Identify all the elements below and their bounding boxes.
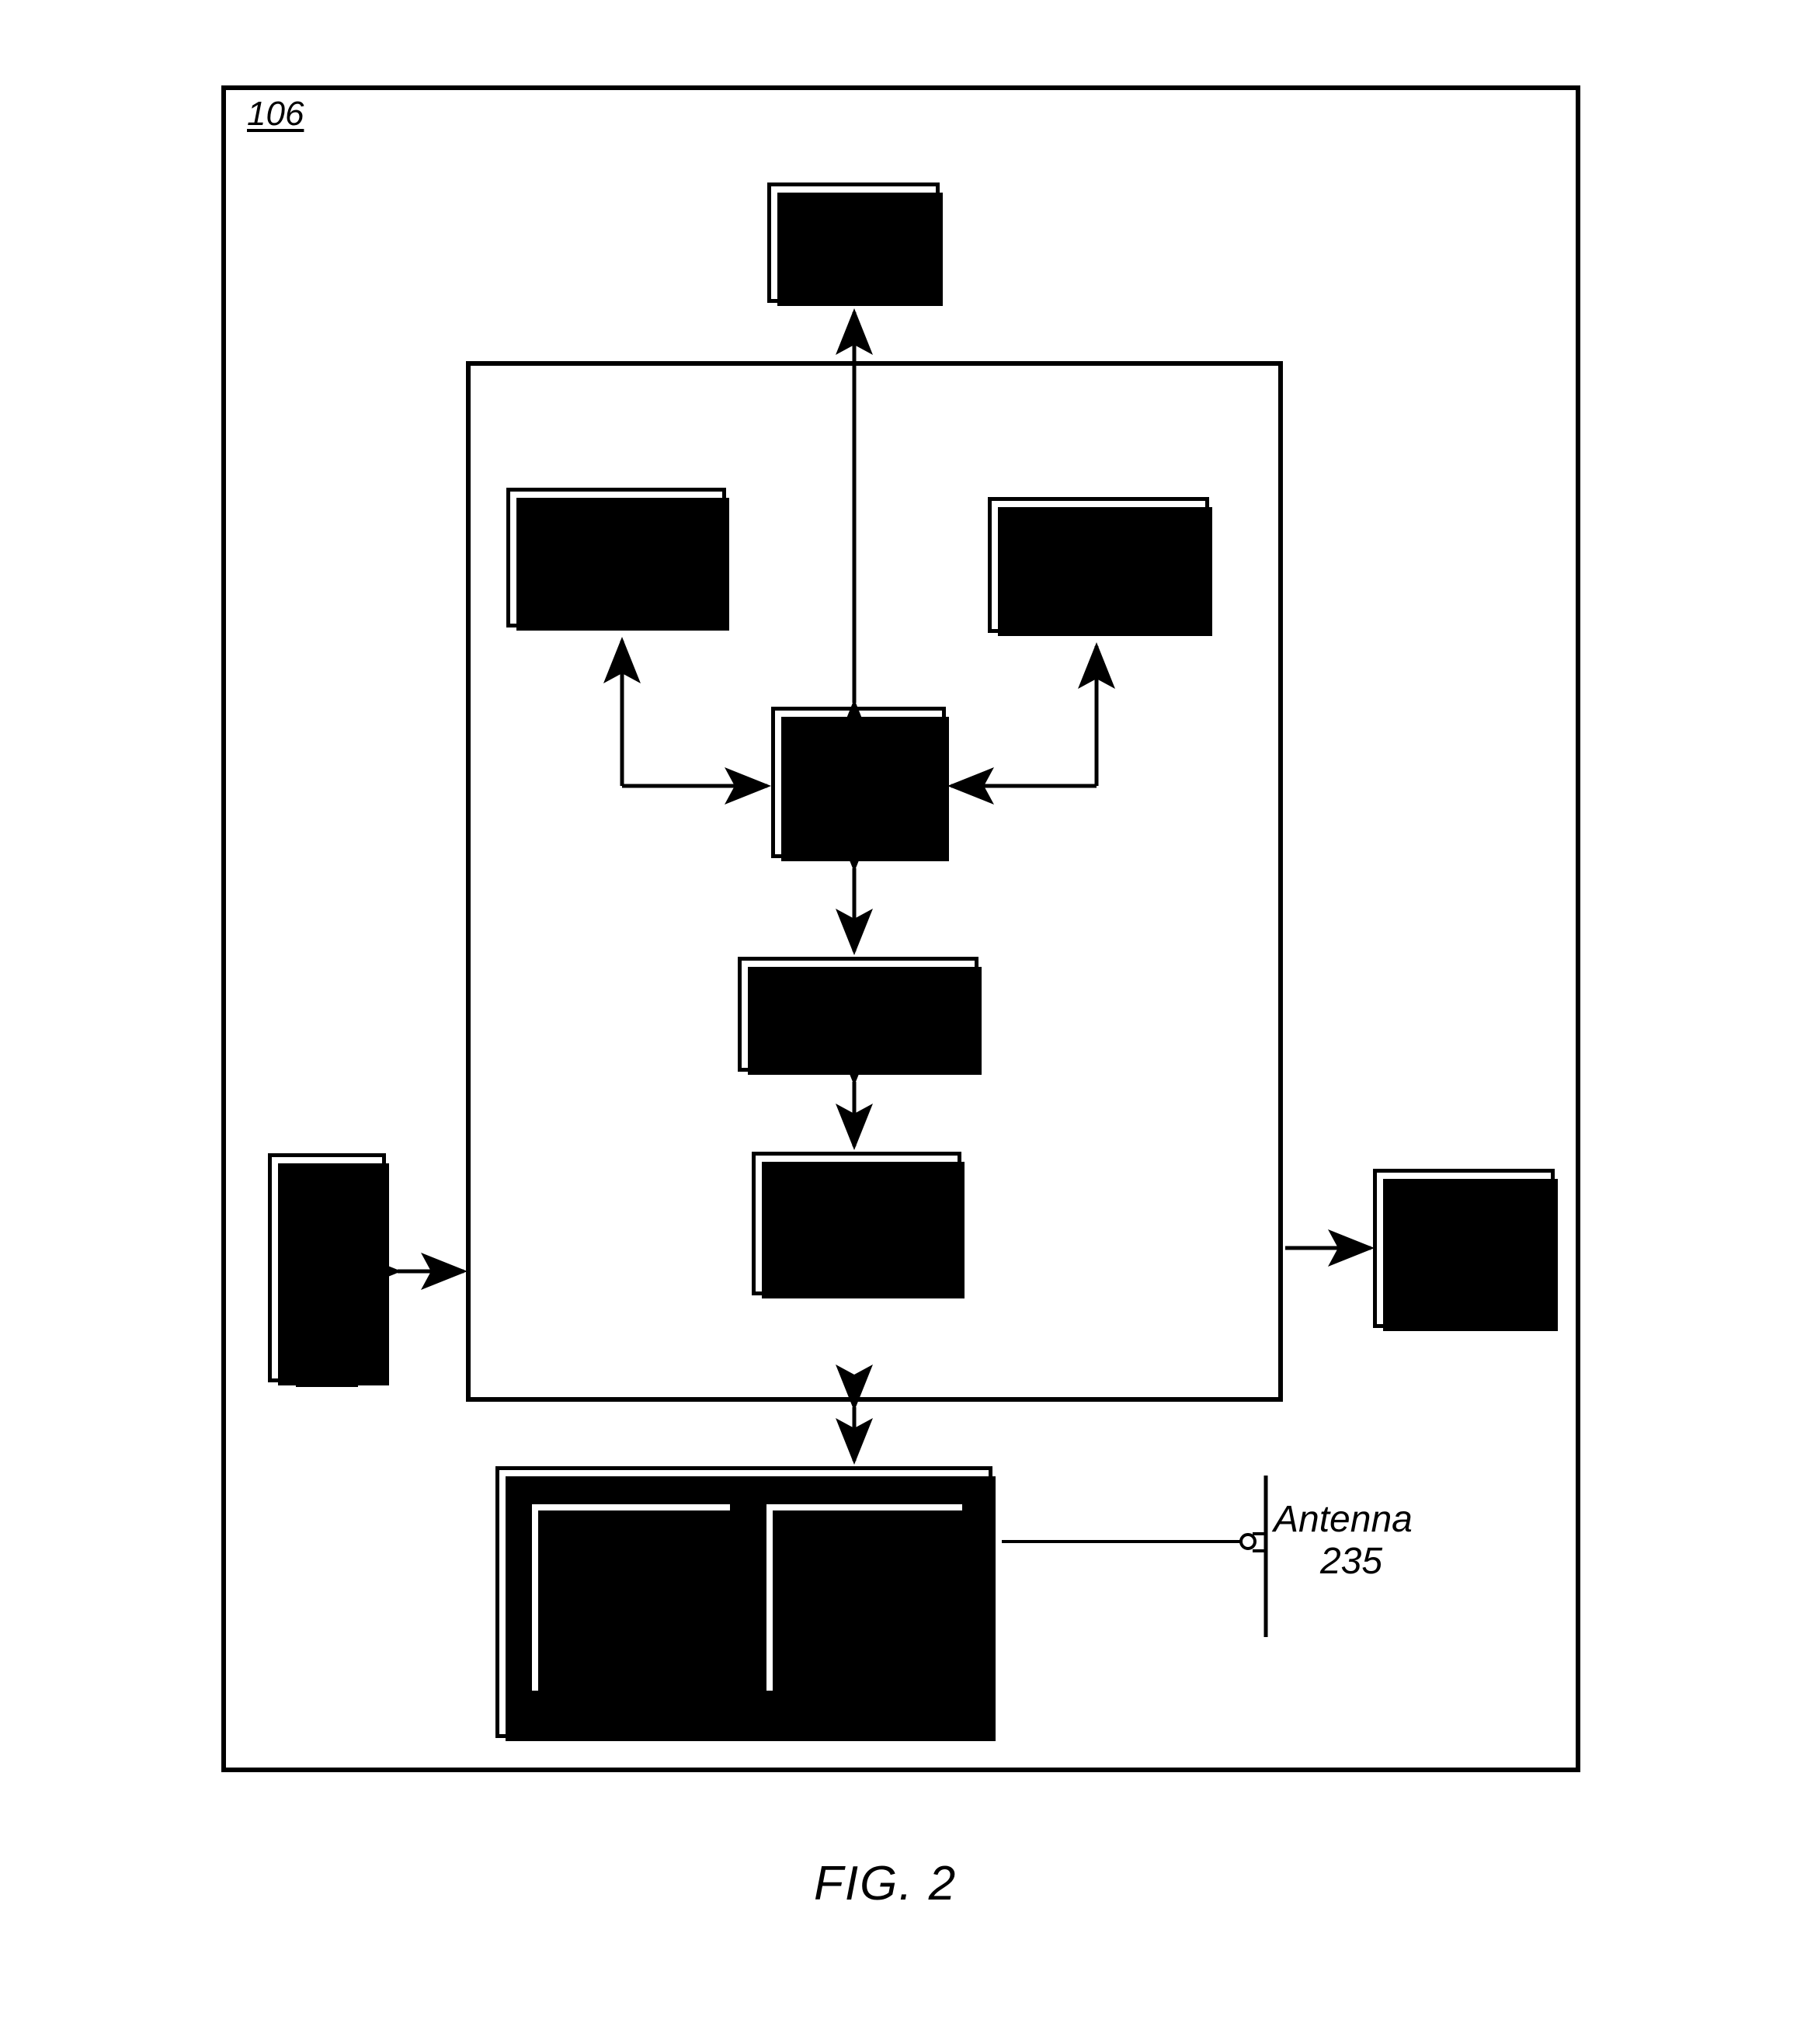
display-label: Display (1402, 1206, 1525, 1248)
display-circuitry-label-line1: Display (795, 1160, 918, 1202)
mmu-ref-number: 240 (827, 782, 890, 824)
antenna-label-group: Antenna 235 (1274, 1499, 1429, 1583)
block-nand[interactable]: NAND 210 (767, 182, 943, 306)
dock-ref-number: 220 (295, 1347, 359, 1389)
block-rfic[interactable]: RFIC 234 (763, 1500, 969, 1698)
processor-ref-number: 202 (826, 1014, 890, 1055)
display-ref-number: 204 (1432, 1248, 1496, 1290)
rom-label: ROM (1055, 523, 1142, 565)
block-processor[interactable]: Processor(s) 202 (738, 957, 982, 1075)
block-display[interactable]: Display 204 (1373, 1169, 1558, 1331)
rfic-ref-number: 234 (834, 1597, 895, 1637)
block-rom[interactable]: ROM 250 (988, 497, 1212, 636)
block-display-circuitry[interactable]: Display Circuitry 204 (752, 1152, 965, 1298)
block-mmu[interactable]: MMU 240 (771, 707, 949, 861)
figure-page: 106 SOC 200 NAND 210 Memory 206 ROM 250 … (0, 0, 1797, 2044)
device-ref-number: 106 (247, 95, 304, 133)
antenna-label: Antenna (1274, 1499, 1413, 1540)
baseband-label-line1: Baseband (550, 1536, 712, 1577)
baseband-ref-number: 232 (601, 1616, 661, 1657)
display-circuitry-ref-number: 204 (825, 1244, 888, 1286)
display-circuitry-label-line2: Circuitry (788, 1202, 925, 1244)
device-ref-label-106: 106 (247, 95, 304, 133)
block-memory[interactable]: Memory 206 (506, 488, 729, 631)
nand-label: NAND (800, 200, 906, 242)
dock-label-line2: I/F (305, 1257, 349, 1298)
processor-label: Processor(s) (752, 972, 965, 1014)
baseband-label-line2: Modem (571, 1576, 691, 1618)
figure-caption: FIG. 2 (814, 1857, 958, 1910)
dock-label-line1: Dock (284, 1215, 370, 1257)
memory-ref-number: 206 (585, 558, 648, 599)
rom-ref-number: 250 (1067, 565, 1130, 607)
mmu-label: MMU (814, 740, 903, 782)
block-dock-if[interactable]: Dock I/F 220 (268, 1153, 389, 1389)
block-baseband-modem[interactable]: Baseband Modem 232 (528, 1500, 737, 1698)
memory-label: Memory (548, 516, 684, 558)
rfic-label: RFIC (822, 1556, 906, 1597)
nand-ref-number: 210 (822, 242, 885, 284)
antenna-ref-number: 235 (1319, 1540, 1383, 1582)
